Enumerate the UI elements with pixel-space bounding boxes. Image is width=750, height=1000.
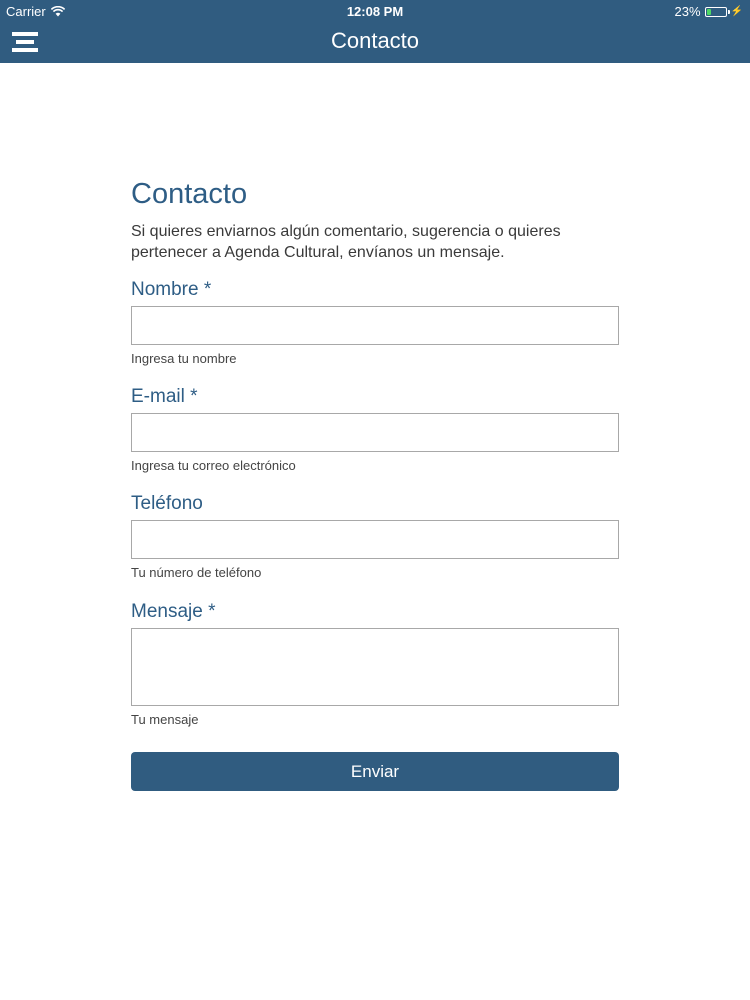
- battery-icon: [704, 6, 730, 17]
- app-header: Carrier 12:08 PM 23% ⚡ Contacto: [0, 0, 750, 63]
- message-field-group: Mensaje * Tu mensaje: [131, 600, 619, 728]
- status-right: 23% ⚡: [675, 4, 743, 19]
- email-hint: Ingresa tu correo electrónico: [131, 458, 296, 473]
- battery-level-fill: [706, 8, 711, 15]
- name-field-group: Nombre * Ingresa tu nombre: [131, 278, 619, 367]
- message-label: Mensaje *: [131, 601, 216, 622]
- page-title: Contacto: [131, 178, 248, 210]
- intro-text: Si quieres enviarnos algún comentario, s…: [131, 223, 561, 261]
- name-input[interactable]: [131, 306, 619, 345]
- nav-title: Contacto: [330, 28, 420, 53]
- charging-bolt-icon: ⚡: [730, 5, 743, 17]
- name-hint: Ingresa tu nombre: [131, 351, 237, 366]
- message-textarea[interactable]: [131, 628, 619, 706]
- phone-input[interactable]: [131, 520, 619, 559]
- phone-field-group: Teléfono Tu número de teléfono: [131, 492, 619, 581]
- email-input[interactable]: [131, 413, 619, 452]
- email-label: E-mail *: [131, 386, 198, 407]
- status-time: 12:08 PM: [346, 4, 404, 19]
- phone-hint: Tu número de teléfono: [131, 565, 262, 580]
- email-field-group: E-mail * Ingresa tu correo electrónico: [131, 385, 619, 474]
- phone-label: Teléfono: [131, 493, 203, 514]
- submit-button[interactable]: Enviar: [131, 752, 619, 791]
- contact-form: Contacto Si quieres enviarnos algún come…: [131, 176, 619, 791]
- message-hint: Tu mensaje: [131, 712, 199, 727]
- status-bar: Carrier 12:08 PM 23% ⚡: [0, 0, 750, 22]
- battery-percent: 23%: [674, 4, 701, 19]
- name-label: Nombre *: [131, 279, 212, 300]
